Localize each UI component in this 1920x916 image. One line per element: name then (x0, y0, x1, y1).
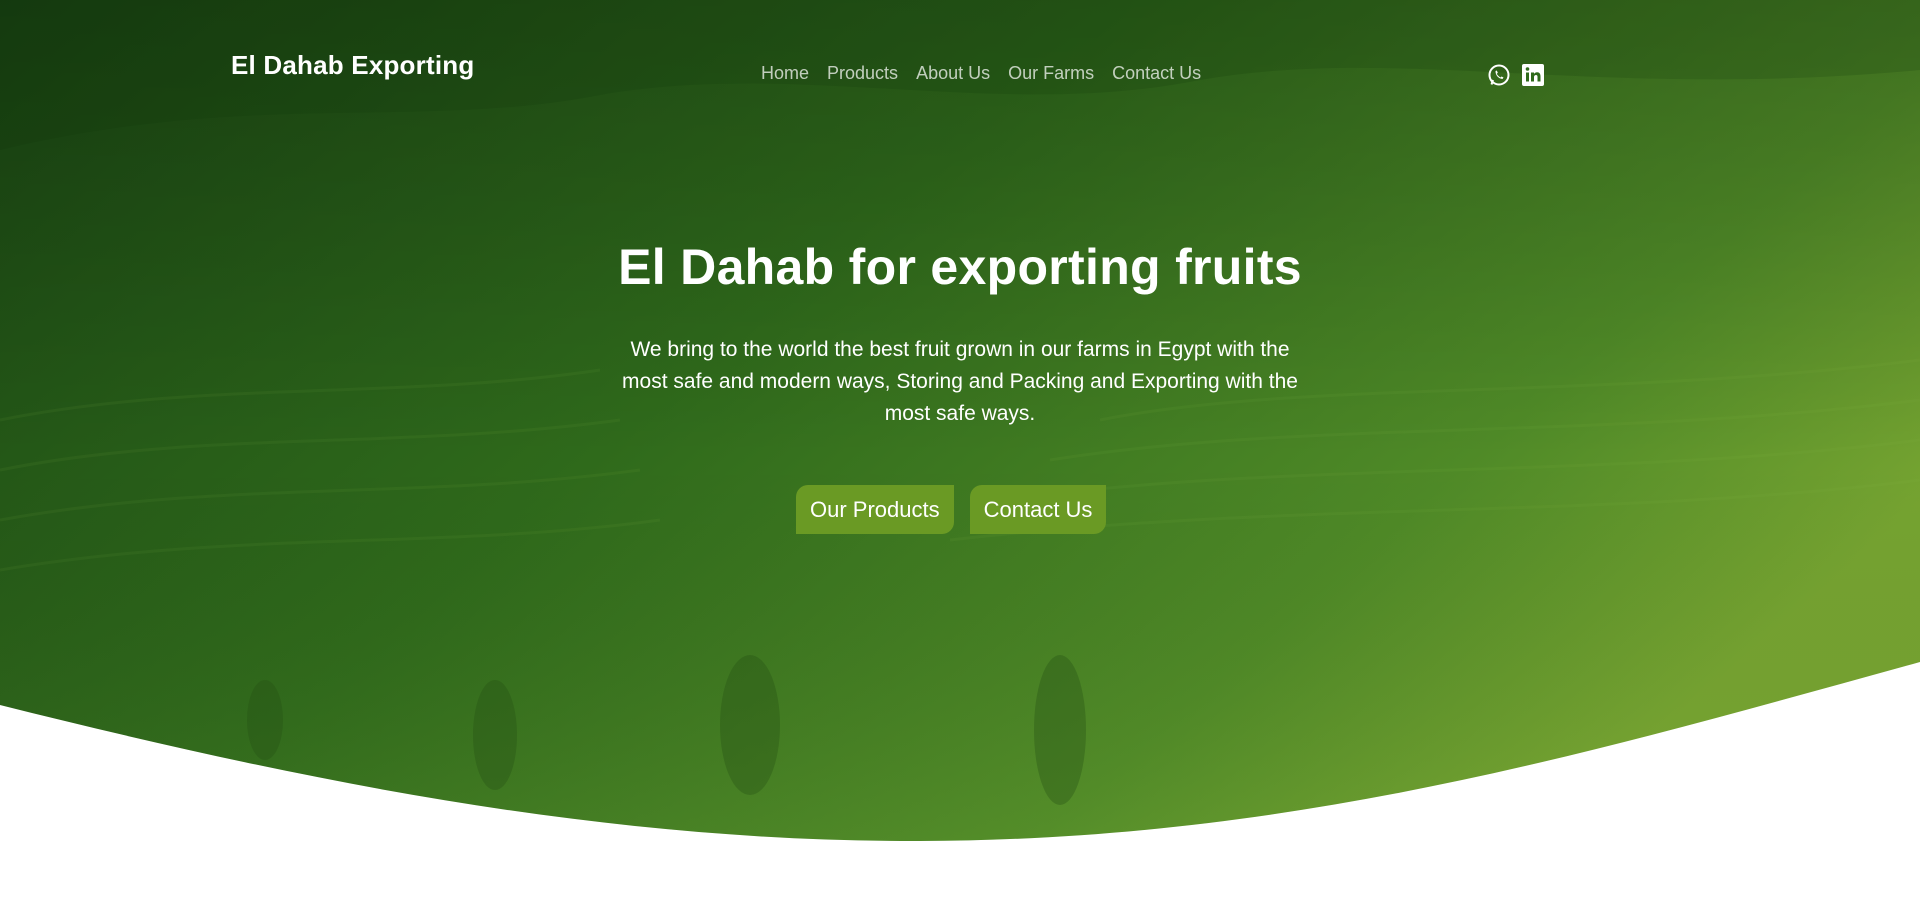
nav-item-our-farms[interactable]: Our Farms (999, 63, 1103, 84)
social-links (1487, 63, 1545, 87)
contact-us-button[interactable]: Contact Us (969, 485, 1107, 534)
brand-logo[interactable]: El Dahab Exporting (231, 50, 474, 81)
nav-item-products[interactable]: Products (818, 63, 907, 84)
nav-item-contact-us[interactable]: Contact Us (1103, 63, 1210, 84)
whatsapp-icon[interactable] (1487, 63, 1511, 87)
hero-section: El Dahab Exporting Home Products About U… (0, 0, 1920, 916)
nav-menu: Home Products About Us Our Farms Contact… (761, 63, 1210, 84)
hero-title: El Dahab for exporting fruits (618, 239, 1302, 295)
navbar: El Dahab Exporting Home Products About U… (0, 0, 1920, 150)
hero-actions: Our Products Contact Us (796, 485, 1107, 534)
hero-subtitle: We bring to the world the best fruit gro… (622, 338, 1298, 425)
linkedin-icon[interactable] (1521, 63, 1545, 87)
our-products-button[interactable]: Our Products (796, 485, 954, 534)
nav-item-home[interactable]: Home (761, 63, 818, 84)
nav-item-about-us[interactable]: About Us (907, 63, 999, 84)
